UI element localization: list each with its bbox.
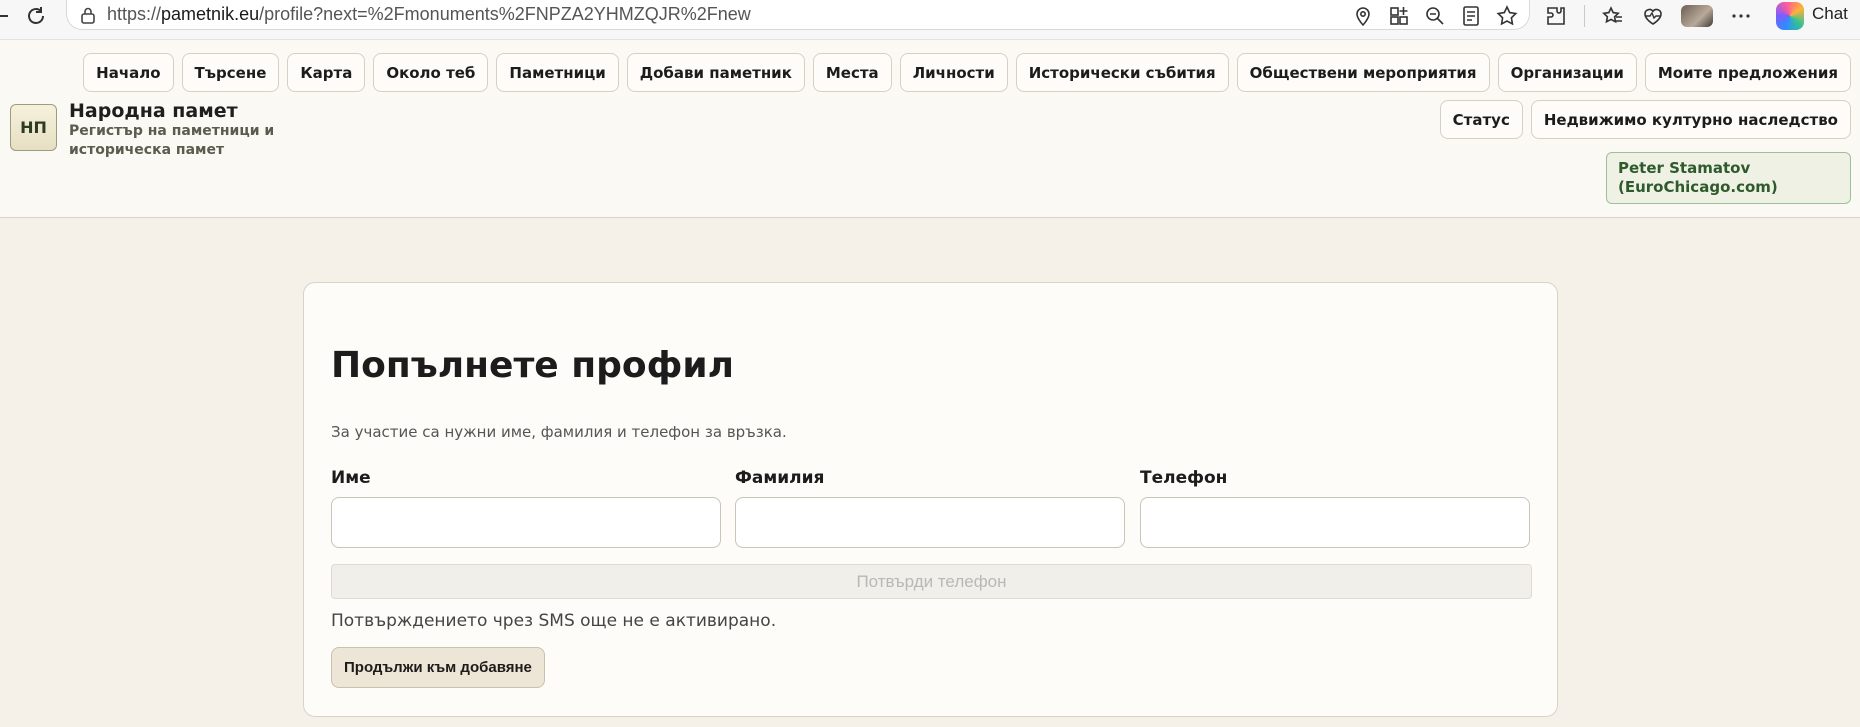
main-nav: Начало Търсене Карта Около теб Паметници… bbox=[83, 53, 1851, 92]
location-icon[interactable] bbox=[1351, 4, 1375, 28]
favorites-icon[interactable] bbox=[1601, 4, 1625, 28]
zoom-out-icon[interactable] bbox=[1423, 4, 1447, 28]
site-header: НП Народна памет Регистър на паметници и… bbox=[0, 40, 1860, 218]
reader-icon[interactable] bbox=[1459, 4, 1483, 28]
nav-home[interactable]: Начало bbox=[83, 53, 174, 92]
site-subtitle: Регистър на паметници и историческа паме… bbox=[69, 123, 275, 158]
last-name-label: Фамилия bbox=[735, 468, 825, 488]
url-text[interactable]: https://pametnik.eu/profile?next=%2Fmonu… bbox=[107, 4, 751, 25]
address-bar[interactable]: https://pametnik.eu/profile?next=%2Fmonu… bbox=[66, 0, 1530, 30]
nav-persons[interactable]: Личности bbox=[899, 53, 1008, 92]
extensions-icon[interactable] bbox=[1544, 4, 1568, 28]
nav-search[interactable]: Търсене bbox=[181, 53, 280, 92]
lock-icon[interactable] bbox=[79, 6, 97, 24]
nav-nearby[interactable]: Около теб bbox=[373, 53, 489, 92]
nav-add-monument[interactable]: Добави паметник bbox=[626, 53, 805, 92]
health-icon[interactable] bbox=[1641, 4, 1665, 28]
nav-monuments[interactable]: Паметници bbox=[496, 53, 619, 92]
nav-immovable-heritage[interactable]: Недвижимо културно наследство bbox=[1530, 100, 1851, 139]
reload-icon[interactable] bbox=[24, 4, 48, 28]
page-title: Попълнете профил bbox=[331, 345, 734, 386]
nav-historical-events[interactable]: Исторически събития bbox=[1015, 53, 1229, 92]
browser-toolbar: https://pametnik.eu/profile?next=%2Fmonu… bbox=[0, 0, 1860, 40]
first-name-input[interactable] bbox=[331, 497, 721, 548]
site-logo[interactable]: НП bbox=[10, 104, 57, 151]
user-account-button[interactable]: Peter Stamatov (EuroChicago.com) bbox=[1606, 152, 1851, 204]
profile-form-card: Попълнете профил За участие са нужни име… bbox=[303, 282, 1558, 717]
nav-my-proposals[interactable]: Моите предложения bbox=[1644, 53, 1851, 92]
phone-label: Телефон bbox=[1140, 468, 1228, 488]
site-title[interactable]: Народна памет bbox=[69, 100, 238, 122]
apps-icon[interactable] bbox=[1387, 4, 1411, 28]
nav-organizations[interactable]: Организации bbox=[1497, 53, 1637, 92]
more-menu-icon[interactable] bbox=[1729, 4, 1753, 28]
first-name-label: Име bbox=[331, 468, 371, 488]
favorite-star-icon[interactable] bbox=[1495, 4, 1519, 28]
phone-input[interactable] bbox=[1140, 497, 1530, 548]
form-description: За участие са нужни име, фамилия и телеф… bbox=[331, 423, 787, 441]
chat-button[interactable]: Chat bbox=[1812, 4, 1848, 24]
nav-status[interactable]: Статус bbox=[1439, 100, 1523, 139]
continue-button[interactable]: Продължи към добавяне bbox=[331, 647, 545, 688]
nav-places[interactable]: Места bbox=[812, 53, 892, 92]
sms-status-note: Потвърждението чрез SMS още не е активир… bbox=[331, 611, 777, 631]
back-icon[interactable] bbox=[0, 4, 18, 28]
secondary-nav: Статус Недвижимо културно наследство bbox=[1439, 100, 1851, 139]
toolbar-separator bbox=[1584, 5, 1585, 27]
profile-avatar[interactable] bbox=[1681, 5, 1713, 27]
last-name-input[interactable] bbox=[735, 497, 1125, 548]
nav-public-events[interactable]: Обществени мероприятия bbox=[1236, 53, 1490, 92]
copilot-icon[interactable] bbox=[1776, 2, 1804, 30]
nav-map[interactable]: Карта bbox=[287, 53, 366, 92]
verify-phone-button[interactable]: Потвърди телефон bbox=[331, 564, 1532, 599]
